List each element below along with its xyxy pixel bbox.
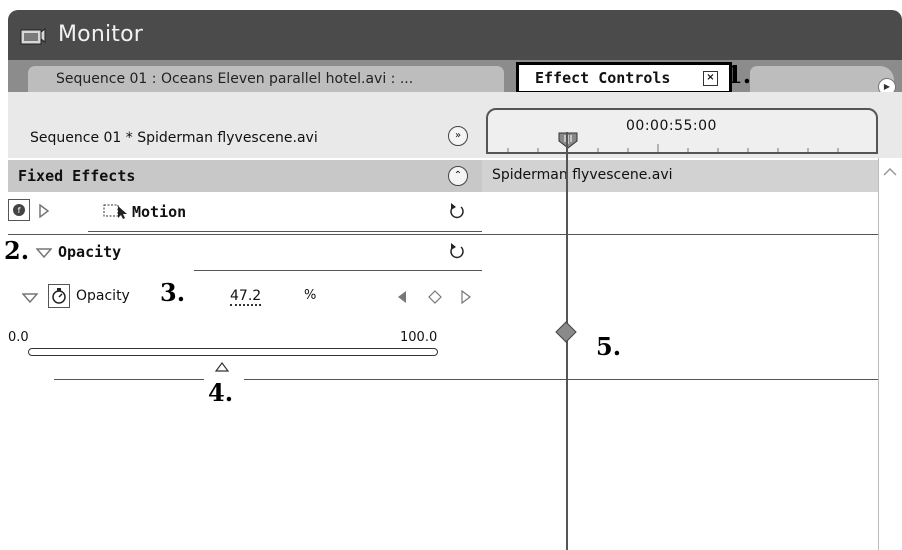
expand-triangle-icon[interactable] (38, 204, 50, 218)
slider-max-label: 100.0 (400, 330, 438, 345)
opacity-unit: % (304, 288, 317, 303)
add-keyframe-icon[interactable] (428, 290, 442, 304)
panel-tab-bar: Sequence 01 : Oceans Eleven parallel hot… (8, 60, 902, 94)
tab-close-button[interactable]: × (703, 71, 718, 86)
fixed-effects-header[interactable]: Fixed Effects ⌃ (8, 160, 482, 192)
row-divider (194, 270, 482, 271)
collapse-triangle-icon[interactable] (36, 248, 52, 258)
show-timeline-button[interactable]: » (448, 126, 468, 146)
previous-keyframe-icon[interactable] (396, 290, 408, 304)
window-title: Monitor (58, 22, 144, 47)
timecode-display: 00:00:55:00 (626, 118, 717, 134)
clip-track-header: Spiderman flyvescene.avi (482, 160, 902, 192)
svg-text:f: f (18, 206, 21, 215)
opacity-slider-track[interactable] (28, 348, 438, 356)
tab-empty (750, 66, 894, 92)
callout-3: 3. (160, 278, 186, 307)
motion-row[interactable]: f Motion (8, 194, 482, 230)
timeline-header: 00:00:55:00 (482, 92, 902, 158)
timeline-panel: 00:00:55:00 Spiderman flyvescene.avi 5. (482, 92, 902, 550)
row-divider (88, 231, 482, 232)
keyframe-marker-icon[interactable] (554, 320, 578, 344)
monitor-window: Monitor Sequence 01 : Oceans Eleven para… (0, 0, 902, 550)
time-ruler[interactable]: 00:00:55:00 (486, 108, 878, 154)
vertical-scrollbar[interactable] (878, 158, 902, 550)
monitor-icon (20, 28, 46, 45)
callout-4: 4. (208, 378, 234, 407)
tab-sequence[interactable]: Sequence 01 : Oceans Eleven parallel hot… (28, 66, 504, 92)
stopwatch-toggle[interactable] (48, 284, 70, 308)
row-divider (54, 379, 204, 380)
fixed-effects-title: Fixed Effects (18, 167, 136, 185)
opacity-param-row: Opacity 3. 47.2 % (8, 278, 482, 314)
opacity-value-field[interactable]: 47.2 (230, 288, 262, 306)
stopwatch-icon (52, 288, 66, 304)
opacity-group-row[interactable]: Opacity (8, 234, 482, 270)
track-divider (482, 234, 878, 235)
title-bar: Monitor (8, 10, 902, 60)
callout-1: 1. (726, 60, 752, 89)
effect-toggle-checkbox[interactable]: f (8, 199, 30, 221)
row-divider (244, 379, 482, 380)
opacity-group-label: Opacity (58, 243, 122, 261)
row-divider (8, 234, 482, 235)
track-divider (482, 379, 878, 380)
ruler-ticks (507, 144, 839, 152)
collapse-button[interactable]: ⌃ (448, 166, 468, 186)
motion-label: Motion (132, 203, 187, 221)
transform-icon (103, 204, 127, 219)
reset-icon[interactable] (448, 201, 466, 221)
clip-name-label: Sequence 01 * Spiderman flyvescene.avi (30, 130, 318, 146)
callout-5: 5. (596, 332, 622, 361)
reset-icon[interactable] (448, 241, 466, 261)
timeline-clip-name: Spiderman flyvescene.avi (492, 167, 673, 183)
tab-effect-controls[interactable]: Effect Controls × (516, 62, 732, 94)
playhead-handle-icon[interactable] (556, 130, 580, 150)
opacity-slider-thumb[interactable] (214, 362, 229, 372)
tab-effect-controls-label: Effect Controls (535, 69, 671, 87)
opacity-param-label: Opacity (76, 288, 130, 304)
fx-toggle-icon: f (13, 204, 25, 216)
effects-list-panel: Sequence 01 * Spiderman flyvescene.avi »… (4, 92, 482, 550)
slider-min-label: 0.0 (8, 330, 29, 345)
next-keyframe-icon[interactable] (460, 290, 472, 304)
clip-header: Sequence 01 * Spiderman flyvescene.avi » (8, 92, 482, 158)
collapse-triangle-icon[interactable] (22, 293, 38, 303)
scroll-up-icon[interactable] (883, 168, 897, 176)
callout-2: 2. (4, 236, 30, 265)
